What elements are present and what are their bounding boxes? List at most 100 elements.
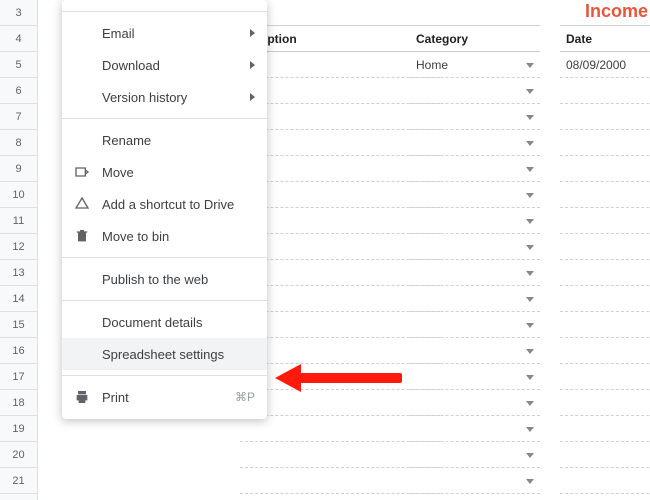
chevron-down-icon[interactable] xyxy=(526,89,534,94)
menu-label: Rename xyxy=(102,133,255,148)
row-header[interactable]: 15 xyxy=(0,312,37,338)
cell[interactable] xyxy=(560,182,650,208)
menu-item-print[interactable]: Print ⌘P xyxy=(62,381,267,413)
drive-shortcut-icon xyxy=(72,196,92,212)
cell[interactable] xyxy=(410,286,540,312)
cell[interactable] xyxy=(560,364,650,390)
cell[interactable] xyxy=(410,416,540,442)
menu-item-publish[interactable]: Publish to the web xyxy=(62,263,267,295)
chevron-down-icon[interactable] xyxy=(526,375,534,380)
chevron-down-icon[interactable] xyxy=(526,453,534,458)
chevron-down-icon[interactable] xyxy=(526,427,534,432)
menu-item-spreadsheet-settings[interactable]: Spreadsheet settings xyxy=(62,338,267,370)
cell[interactable] xyxy=(560,416,650,442)
chevron-down-icon[interactable] xyxy=(526,323,534,328)
chevron-down-icon[interactable] xyxy=(526,219,534,224)
cell[interactable] xyxy=(410,104,540,130)
cell[interactable] xyxy=(410,390,540,416)
chevron-down-icon[interactable] xyxy=(526,297,534,302)
cell[interactable] xyxy=(410,130,540,156)
cell[interactable] xyxy=(560,286,650,312)
cell[interactable] xyxy=(410,156,540,182)
menu-label: Add a shortcut to Drive xyxy=(102,197,255,212)
cell[interactable] xyxy=(410,468,540,494)
row-header[interactable]: 11 xyxy=(0,208,37,234)
row-header[interactable]: 4 xyxy=(0,26,37,52)
cell[interactable] xyxy=(410,0,540,26)
row-header[interactable]: 13 xyxy=(0,260,37,286)
row-header[interactable]: 7 xyxy=(0,104,37,130)
menu-item-add-shortcut[interactable]: Add a shortcut to Drive xyxy=(62,188,267,220)
chevron-right-icon xyxy=(250,61,255,69)
menu-item-email[interactable]: Email xyxy=(62,17,267,49)
cell[interactable] xyxy=(410,78,540,104)
row-header[interactable]: 14 xyxy=(0,286,37,312)
chevron-down-icon[interactable] xyxy=(526,141,534,146)
menu-label: Email xyxy=(102,26,250,41)
chevron-right-icon xyxy=(250,29,255,37)
cell[interactable] xyxy=(410,260,540,286)
row-headers: 3 4 5 6 7 8 9 10 11 12 13 14 15 16 17 18… xyxy=(0,0,38,500)
row-header[interactable]: 10 xyxy=(0,182,37,208)
menu-item-rename[interactable]: Rename xyxy=(62,124,267,156)
cell[interactable] xyxy=(410,442,540,468)
cell[interactable] xyxy=(410,234,540,260)
cell[interactable] xyxy=(560,156,650,182)
cell[interactable] xyxy=(410,364,540,390)
trash-icon xyxy=(72,228,92,244)
cell-category[interactable]: Home xyxy=(410,52,540,78)
menu-label: Print xyxy=(102,390,235,405)
row-header[interactable]: 17 xyxy=(0,364,37,390)
row-header[interactable]: 8 xyxy=(0,130,37,156)
cell[interactable] xyxy=(410,312,540,338)
cell[interactable] xyxy=(560,468,650,494)
chevron-down-icon[interactable] xyxy=(526,115,534,120)
cell[interactable] xyxy=(560,312,650,338)
menu-divider xyxy=(62,118,267,119)
cell[interactable] xyxy=(560,338,650,364)
move-icon xyxy=(72,164,92,180)
cell[interactable] xyxy=(560,208,650,234)
cell[interactable] xyxy=(560,260,650,286)
row-header[interactable]: 20 xyxy=(0,442,37,468)
menu-item-move[interactable]: Move xyxy=(62,156,267,188)
row-header[interactable]: 3 xyxy=(0,0,37,26)
keyboard-shortcut: ⌘P xyxy=(235,390,255,404)
menu-label: Download xyxy=(102,58,250,73)
cell[interactable] xyxy=(410,182,540,208)
cell-date[interactable]: 08/09/2000 xyxy=(560,52,650,78)
cell[interactable] xyxy=(560,234,650,260)
chevron-down-icon[interactable] xyxy=(526,349,534,354)
row-header[interactable]: 21 xyxy=(0,468,37,494)
cell[interactable] xyxy=(560,0,650,26)
row-header[interactable]: 5 xyxy=(0,52,37,78)
chevron-down-icon[interactable] xyxy=(526,245,534,250)
cell[interactable] xyxy=(560,130,650,156)
row-header[interactable]: 9 xyxy=(0,156,37,182)
chevron-down-icon[interactable] xyxy=(526,271,534,276)
row-header[interactable]: 19 xyxy=(0,416,37,442)
menu-item-download[interactable]: Download xyxy=(62,49,267,81)
chevron-down-icon[interactable] xyxy=(526,401,534,406)
chevron-down-icon[interactable] xyxy=(526,167,534,172)
column-header-category[interactable]: Category xyxy=(410,26,540,52)
cell[interactable] xyxy=(410,208,540,234)
file-menu: Email Download Version history Rename Mo… xyxy=(62,0,267,419)
row-header[interactable]: 16 xyxy=(0,338,37,364)
cell[interactable] xyxy=(560,78,650,104)
row-header[interactable]: 18 xyxy=(0,390,37,416)
cell[interactable] xyxy=(410,338,540,364)
column-header-date[interactable]: Date xyxy=(560,26,650,52)
row-header[interactable]: 6 xyxy=(0,78,37,104)
cell[interactable] xyxy=(560,442,650,468)
chevron-down-icon[interactable] xyxy=(526,193,534,198)
chevron-down-icon[interactable] xyxy=(526,63,534,68)
menu-item-move-to-bin[interactable]: Move to bin xyxy=(62,220,267,252)
cell[interactable] xyxy=(560,104,650,130)
menu-item-version-history[interactable]: Version history xyxy=(62,81,267,113)
menu-item-document-details[interactable]: Document details xyxy=(62,306,267,338)
chevron-down-icon[interactable] xyxy=(526,479,534,484)
row-header[interactable]: 12 xyxy=(0,234,37,260)
cell[interactable] xyxy=(560,390,650,416)
category-value: Home xyxy=(416,58,448,72)
